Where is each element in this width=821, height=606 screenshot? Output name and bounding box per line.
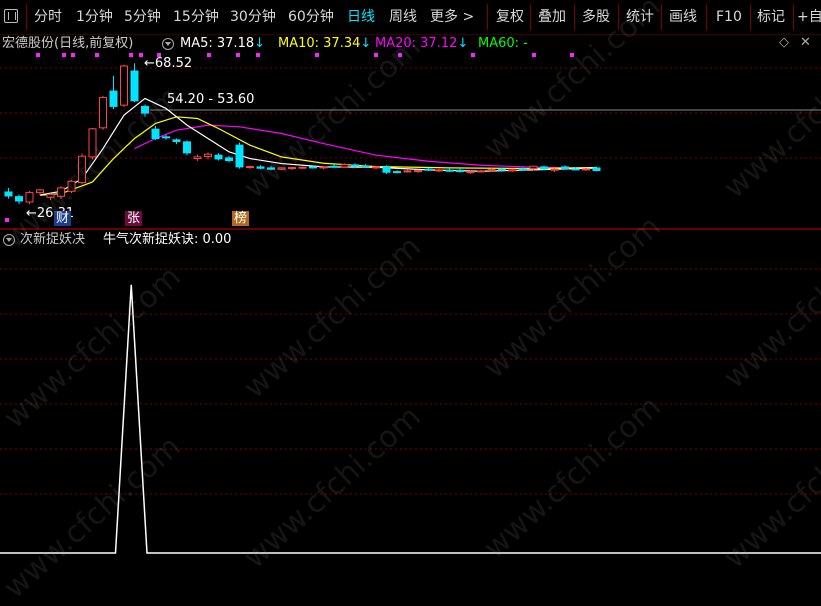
marker-dot — [71, 53, 75, 57]
candle-down — [424, 168, 433, 171]
marker-dot — [207, 53, 211, 57]
candle-down — [330, 165, 338, 168]
candle-down — [214, 154, 223, 160]
candle-up — [193, 156, 202, 160]
candle-up — [288, 167, 296, 170]
candle-up — [120, 65, 128, 106]
marker-dot — [62, 53, 66, 57]
candle-down — [393, 171, 401, 174]
ma20-label: MA20: 37.12↓ — [375, 36, 469, 51]
candle-up — [466, 171, 475, 174]
candle-up — [319, 166, 328, 169]
marker-dot — [139, 53, 143, 57]
ma10-label: MA10: 37.34↓ — [278, 36, 372, 51]
candle-down — [571, 168, 580, 171]
candle-down — [382, 166, 391, 173]
finance-tag[interactable]: 财 — [54, 211, 72, 226]
candles — [4, 63, 601, 205]
indicator-dropdown-icon[interactable] — [3, 234, 15, 246]
ma-lines — [39, 97, 597, 196]
candle-down — [130, 70, 139, 102]
candle-down — [361, 165, 370, 168]
candle-down — [519, 168, 527, 171]
marker-dot — [129, 53, 133, 57]
candle-up — [277, 167, 286, 170]
candle-up — [487, 169, 496, 172]
indicator-name[interactable]: 次新捉妖决 — [20, 232, 85, 248]
candle-up — [298, 166, 307, 169]
marker-dot — [236, 53, 240, 57]
candle-down — [183, 141, 191, 154]
ranking-tag[interactable]: 榜 — [232, 211, 250, 226]
marker-dot — [5, 218, 9, 222]
candle-down — [592, 167, 601, 172]
kline-chart[interactable] — [0, 0, 821, 558]
candle-up — [477, 170, 485, 173]
marker-dot — [374, 53, 378, 57]
candle-down — [162, 136, 170, 139]
high-price-label: ←68.52 — [144, 56, 193, 71]
candle-down — [225, 157, 233, 162]
candle-up — [88, 128, 97, 158]
candle-up — [57, 187, 65, 197]
candle-up — [550, 168, 559, 171]
candle-down — [141, 105, 149, 114]
candle-down — [445, 169, 454, 172]
candle-down — [15, 196, 23, 202]
candle-up — [78, 155, 86, 184]
candle-up — [435, 169, 443, 172]
indicator-plot — [0, 284, 821, 554]
candle-up — [36, 189, 44, 194]
stock-title: 宏德股份(日线,前复权) — [2, 36, 134, 51]
marker-dot — [570, 53, 574, 57]
indicator-line — [0, 284, 821, 554]
candle-down — [540, 166, 548, 170]
marker-dot — [36, 53, 40, 57]
candle-up — [414, 170, 422, 173]
candle-down — [267, 167, 275, 170]
candle-down — [498, 168, 506, 171]
candle-down — [109, 90, 118, 107]
candle-up — [67, 180, 76, 192]
candle-up — [204, 153, 212, 158]
candle-down — [351, 164, 359, 167]
candle-up — [529, 165, 538, 170]
candle-up — [99, 96, 107, 129]
ma5-line — [39, 97, 597, 196]
candle-up — [403, 170, 412, 173]
candle-up — [508, 169, 517, 172]
indicator-value: 牛气次新捉妖诀: 0.00 — [103, 232, 232, 247]
ma10-line — [39, 116, 597, 196]
ma60-label: MA60: - — [478, 36, 528, 51]
candle-up — [246, 166, 254, 169]
candle-up — [340, 164, 349, 168]
range-label: 54.20 - 53.60 — [167, 92, 255, 107]
candle-down — [172, 139, 181, 143]
candle-up — [46, 193, 55, 198]
candle-up — [372, 166, 380, 169]
ma20-line — [134, 124, 597, 169]
marker-dot — [95, 53, 99, 57]
ma5-label: MA5: 37.18↓ — [180, 36, 266, 51]
candle-down — [561, 166, 569, 170]
limit-up-tag[interactable]: 张 — [125, 211, 143, 226]
close-icon[interactable]: ✕ — [800, 35, 811, 50]
marker-dot — [398, 53, 402, 57]
marker-dot — [471, 53, 475, 57]
marker-dot — [532, 53, 536, 57]
marker-dot — [256, 53, 260, 57]
candle-down — [4, 191, 13, 197]
candle-up — [25, 192, 34, 203]
dropdown-icon[interactable] — [162, 38, 174, 50]
candle-down — [256, 166, 265, 169]
marker-dot — [315, 53, 319, 57]
candle-down — [456, 169, 464, 173]
candle-down — [235, 144, 244, 168]
diamond-icon[interactable]: ◇ — [779, 35, 789, 50]
candle-down — [309, 166, 317, 169]
candle-up — [582, 168, 590, 171]
candle-down — [151, 128, 160, 140]
